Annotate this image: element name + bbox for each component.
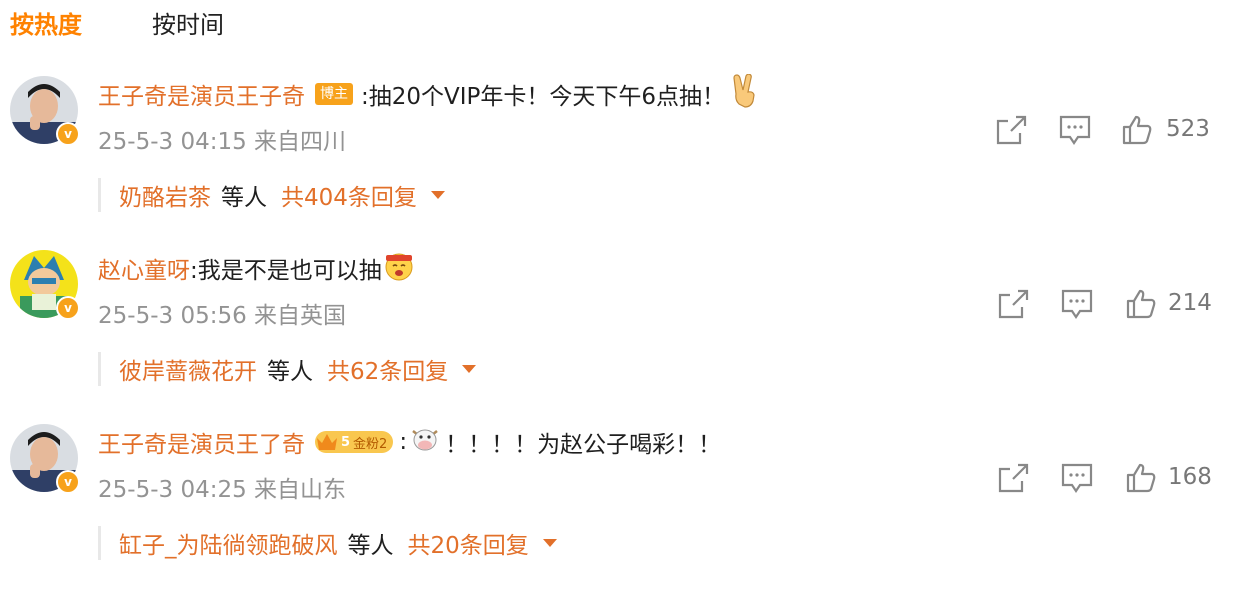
like-icon[interactable] bbox=[1124, 462, 1158, 494]
like-icon[interactable] bbox=[1120, 114, 1154, 146]
crown-icon bbox=[317, 434, 337, 450]
tab-sort-hot[interactable]: 按热度 bbox=[10, 8, 82, 42]
fan-badge-label: 金粉2 bbox=[353, 436, 388, 452]
chevron-down-icon[interactable] bbox=[542, 539, 557, 547]
comment-text: :抽20个VIP年卡！今天下午6点抽！ bbox=[361, 84, 726, 110]
like-count: 214 bbox=[1168, 290, 1212, 316]
comment-line: 赵心童呀 :我是不是也可以抽 bbox=[98, 248, 416, 288]
comment-username[interactable]: 王子奇是演员王了奇 bbox=[98, 425, 305, 459]
share-icon[interactable] bbox=[996, 288, 1030, 320]
reply-etc-label: 等人 bbox=[221, 185, 267, 211]
like-count: 523 bbox=[1166, 116, 1210, 142]
reply-count[interactable]: 共20条回复 bbox=[408, 526, 529, 560]
victory-hand-icon bbox=[731, 73, 759, 114]
comment-username[interactable]: 赵心童呀 bbox=[98, 251, 190, 285]
reply-count[interactable]: 共62条回复 bbox=[327, 352, 448, 386]
reply-username[interactable]: 奶酪岩茶 bbox=[119, 178, 211, 212]
reply-username[interactable]: 彼岸蔷薇花开 bbox=[119, 352, 257, 386]
fan-badge: 5 金粉2 bbox=[315, 431, 394, 453]
share-icon[interactable] bbox=[994, 114, 1028, 146]
reply-etc-label: 等人 bbox=[267, 359, 313, 385]
comment-item: v 王子奇是演员王子奇 博主 :抽20个VIP年卡！今天下午6点抽！ 25-5-… bbox=[0, 73, 1250, 244]
comment-text: :我是不是也可以抽 bbox=[190, 258, 382, 284]
comment-text-prefix: : bbox=[399, 429, 408, 455]
comment-icon[interactable] bbox=[1060, 288, 1094, 320]
comment-username[interactable]: 王子奇是演员王子奇 bbox=[98, 77, 305, 111]
tab-sort-time[interactable]: 按时间 bbox=[152, 8, 224, 42]
comment-icon[interactable] bbox=[1060, 462, 1094, 494]
chevron-down-icon[interactable] bbox=[462, 365, 477, 373]
comment-icon[interactable] bbox=[1058, 114, 1092, 146]
reply-summary[interactable]: 彼岸蔷薇花开 等人 共62条回复 bbox=[98, 352, 477, 386]
reply-summary[interactable]: 缸子_为陆徜领跑破风 等人 共20条回复 bbox=[98, 526, 557, 560]
comment-actions: 214 bbox=[0, 288, 1250, 324]
reply-etc-label: 等人 bbox=[347, 533, 394, 559]
comment-item: v 王子奇是演员王了奇 5 金粉2 : ！！！！为赵公子喝彩！！ 25-5-3 … bbox=[0, 422, 1250, 592]
comment-item: v 赵心童呀 :我是不是也可以抽 25-5-3 05:56 来自英国 214 彼… bbox=[0, 248, 1250, 418]
chevron-down-icon[interactable] bbox=[430, 191, 445, 199]
comment-line: 王子奇是演员王子奇 博主 :抽20个VIP年卡！今天下午6点抽！ bbox=[98, 73, 759, 114]
share-icon[interactable] bbox=[996, 462, 1030, 494]
comment-actions: 168 bbox=[0, 462, 1250, 498]
comment-text: ！！！！为赵公子喝彩！！ bbox=[445, 432, 722, 458]
hungry-face-icon bbox=[382, 249, 416, 287]
cow-face-icon bbox=[409, 425, 441, 459]
comment-line: 王子奇是演员王了奇 5 金粉2 : ！！！！为赵公子喝彩！！ bbox=[98, 422, 721, 462]
author-badge: 博主 bbox=[315, 83, 353, 105]
fan-level: 5 bbox=[341, 434, 351, 450]
reply-summary[interactable]: 奶酪岩茶 等人 共404条回复 bbox=[98, 178, 445, 212]
reply-username[interactable]: 缸子_为陆徜领跑破风 bbox=[119, 526, 338, 560]
like-icon[interactable] bbox=[1124, 288, 1158, 320]
reply-count[interactable]: 共404条回复 bbox=[281, 178, 417, 212]
like-count: 168 bbox=[1168, 464, 1212, 490]
comment-actions: 523 bbox=[0, 114, 1250, 150]
